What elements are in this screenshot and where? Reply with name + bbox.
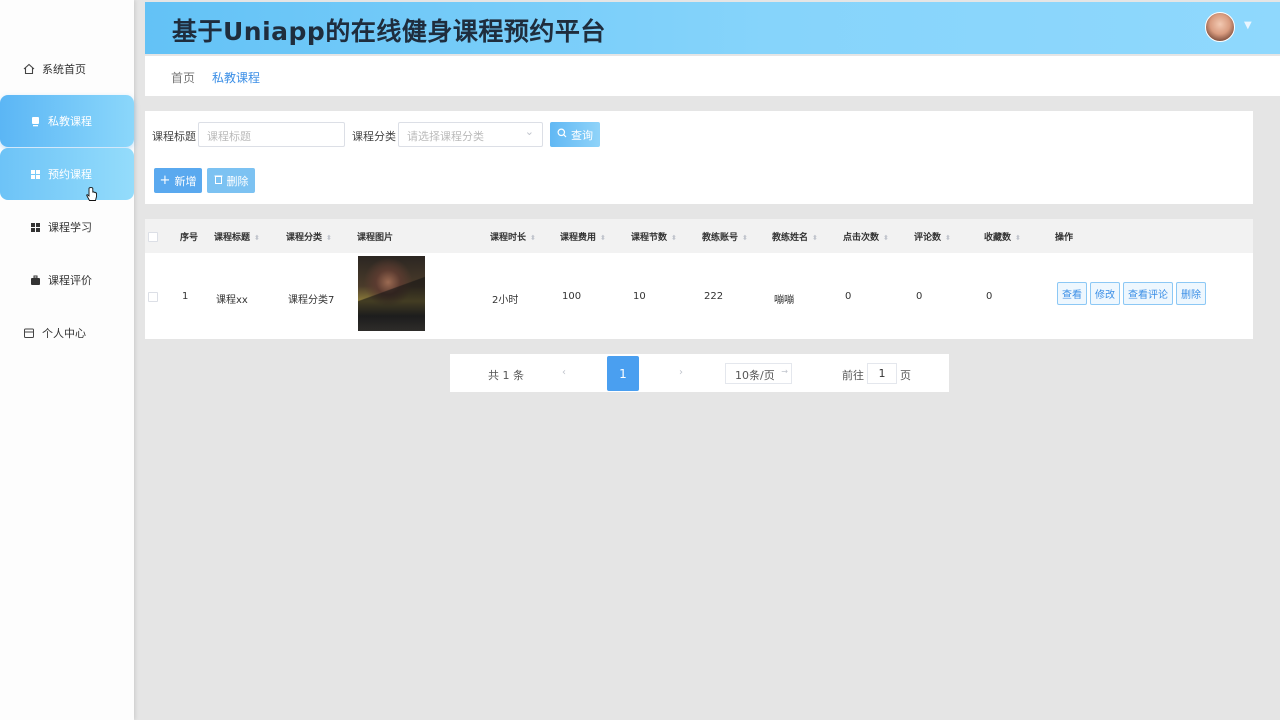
search-panel: 课程标题 课程标题 课程分类 请选择课程分类 查询 + 新增 删除 <box>145 111 1253 204</box>
title-filter-label: 课程标题 <box>152 130 196 143</box>
page-number-current[interactable]: 1 <box>607 356 639 391</box>
header-duration[interactable]: 课程时长 ⬍ <box>490 230 536 243</box>
header-coach-account[interactable]: 教练账号 ⬍ <box>702 230 748 243</box>
goto-page-input[interactable]: 1 <box>867 363 897 384</box>
title-search-input[interactable]: 课程标题 <box>198 122 345 147</box>
header-favorites[interactable]: 收藏数 ⬍ <box>984 230 1021 243</box>
trash-icon <box>214 174 223 187</box>
cell-index: 1 <box>182 291 189 302</box>
avatar[interactable] <box>1205 12 1235 42</box>
sidebar-item-label: 预约课程 <box>48 168 92 181</box>
sort-icon: ⬍ <box>326 233 332 242</box>
pagination: 共 1 条 ‹ 1 › 10条/页 前往 1 页 <box>450 354 949 392</box>
header-category[interactable]: 课程分类 ⬍ <box>286 230 332 243</box>
header-title[interactable]: 课程标题 ⬍ <box>214 230 260 243</box>
sort-icon: ⬍ <box>671 233 677 242</box>
title-search-placeholder: 课程标题 <box>207 130 251 143</box>
app-title: 基于Uniapp的在线健身课程预约平台 <box>172 17 606 46</box>
goto-label: 前往 <box>842 369 864 382</box>
sort-icon: ⬍ <box>1015 233 1021 242</box>
cell-clicks: 0 <box>845 291 852 302</box>
header-clicks[interactable]: 点击次数 ⬍ <box>843 230 889 243</box>
caret-down-icon[interactable]: ▼ <box>1244 20 1252 31</box>
sidebar-item-course-study[interactable]: 课程学习 <box>0 201 134 253</box>
search-icon <box>557 128 567 141</box>
cell-coach-account: 222 <box>704 291 724 302</box>
plus-icon: + <box>159 172 171 188</box>
sort-icon: ⬍ <box>945 233 951 242</box>
query-button[interactable]: 查询 <box>550 122 600 147</box>
header-sessions[interactable]: 课程节数 ⬍ <box>631 230 677 243</box>
sort-icon: ⬍ <box>812 233 818 242</box>
sidebar-item-course-review[interactable]: 课程评价 <box>0 254 134 306</box>
page-size-value: 10条/页 <box>735 369 775 382</box>
header-image: 课程图片 <box>357 233 394 243</box>
sidebar-item-label: 私教课程 <box>48 115 92 128</box>
sidebar-item-label: 系统首页 <box>42 63 86 76</box>
next-page-icon[interactable]: › <box>679 367 683 378</box>
category-select[interactable]: 请选择课程分类 <box>398 122 543 147</box>
sidebar-item-label: 课程学习 <box>48 221 92 234</box>
top-header: 基于Uniapp的在线健身课程预约平台 ▼ <box>145 2 1280 54</box>
header-actions: 操作 <box>1055 233 1074 243</box>
table-header: 序号 课程标题 ⬍ 课程分类 ⬍ 课程图片 课程时长 ⬍ 课程费用 ⬍ 课程节数 ⬍ 教练… <box>145 219 1253 253</box>
sidebar: 系统首页 私教课程 预约课程 课程学习 课程评价 个人中心 <box>0 0 134 720</box>
add-button[interactable]: + 新增 <box>154 168 202 193</box>
grid-icon <box>28 220 42 234</box>
pagination-total: 共 1 条 <box>488 369 524 382</box>
briefcase-icon <box>28 273 42 287</box>
course-image[interactable] <box>358 256 425 331</box>
page-size-select[interactable]: 10条/页 <box>725 363 792 384</box>
tablet-icon <box>28 114 42 128</box>
sidebar-item-label: 个人中心 <box>42 327 86 340</box>
sidebar-item-private-courses[interactable]: 私教课程 <box>0 95 134 147</box>
cell-sessions: 10 <box>633 291 646 302</box>
sort-icon: ⬍ <box>883 233 889 242</box>
row-actions: 查看 修改 查看评论 删除 <box>1057 282 1206 305</box>
sort-icon: ⬍ <box>742 233 748 242</box>
courses-table: 序号 课程标题 ⬍ 课程分类 ⬍ 课程图片 课程时长 ⬍ 课程费用 ⬍ 课程节数 ⬍ 教练… <box>145 219 1253 339</box>
category-filter-label: 课程分类 <box>352 130 396 143</box>
sort-icon: ⬍ <box>254 233 260 242</box>
header-coach-name[interactable]: 教练姓名 ⬍ <box>772 230 818 243</box>
header-index: 序号 <box>180 233 199 243</box>
sort-icon: ⬍ <box>600 233 606 242</box>
breadcrumb-home[interactable]: 首页 <box>171 69 195 86</box>
select-all-checkbox[interactable] <box>148 232 158 242</box>
view-comments-button[interactable]: 查看评论 <box>1123 282 1173 305</box>
cell-favorites: 0 <box>986 291 993 302</box>
cell-duration: 2小时 <box>492 295 519 306</box>
cell-fee: 100 <box>562 291 582 302</box>
home-icon <box>22 62 36 76</box>
calendar-icon <box>22 326 36 340</box>
cell-coach-name: 嘣嘣 <box>774 295 794 306</box>
edit-button[interactable]: 修改 <box>1090 282 1120 305</box>
sidebar-item-label: 课程评价 <box>48 274 92 287</box>
breadcrumb-current: 私教课程 <box>212 71 261 85</box>
row-checkbox[interactable] <box>148 292 158 302</box>
cell-comments: 0 <box>916 291 923 302</box>
header-comments[interactable]: 评论数 ⬍ <box>914 230 951 243</box>
breadcrumb: 首页 私教课程 <box>145 56 1280 96</box>
query-button-label: 查询 <box>571 128 593 142</box>
add-button-label: 新增 <box>174 174 197 188</box>
delete-button-label: 删除 <box>226 174 249 188</box>
hand-cursor-icon <box>86 187 98 207</box>
view-button[interactable]: 查看 <box>1057 282 1087 305</box>
cell-category: 课程分类7 <box>288 295 335 306</box>
sort-icon: ⬍ <box>530 233 536 242</box>
sidebar-item-profile[interactable]: 个人中心 <box>0 307 134 359</box>
sidebar-item-home[interactable]: 系统首页 <box>0 43 134 95</box>
delete-selected-button[interactable]: 删除 <box>207 168 255 193</box>
page-suffix: 页 <box>900 369 911 382</box>
sidebar-item-booked-courses[interactable]: 预约课程 <box>0 148 134 200</box>
grid-icon <box>28 167 42 181</box>
cell-title: 课程xx <box>216 295 248 306</box>
prev-page-icon[interactable]: ‹ <box>562 367 566 378</box>
delete-row-button[interactable]: 删除 <box>1176 282 1206 305</box>
header-fee[interactable]: 课程费用 ⬍ <box>560 230 606 243</box>
category-select-placeholder: 请选择课程分类 <box>407 130 484 143</box>
